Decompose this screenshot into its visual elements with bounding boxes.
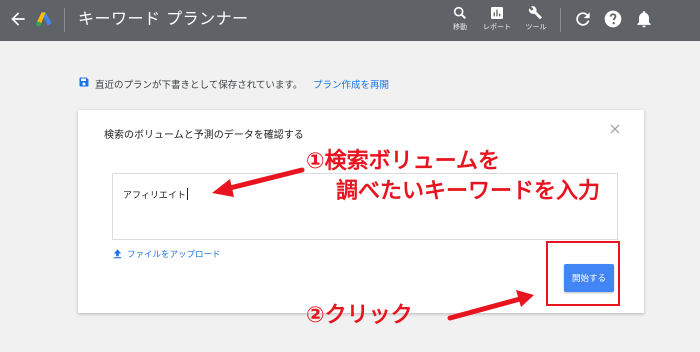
arrow-to-start-button: [447, 290, 534, 321]
arrow-to-input: [212, 167, 305, 197]
annotation-arrows: [212, 167, 534, 321]
